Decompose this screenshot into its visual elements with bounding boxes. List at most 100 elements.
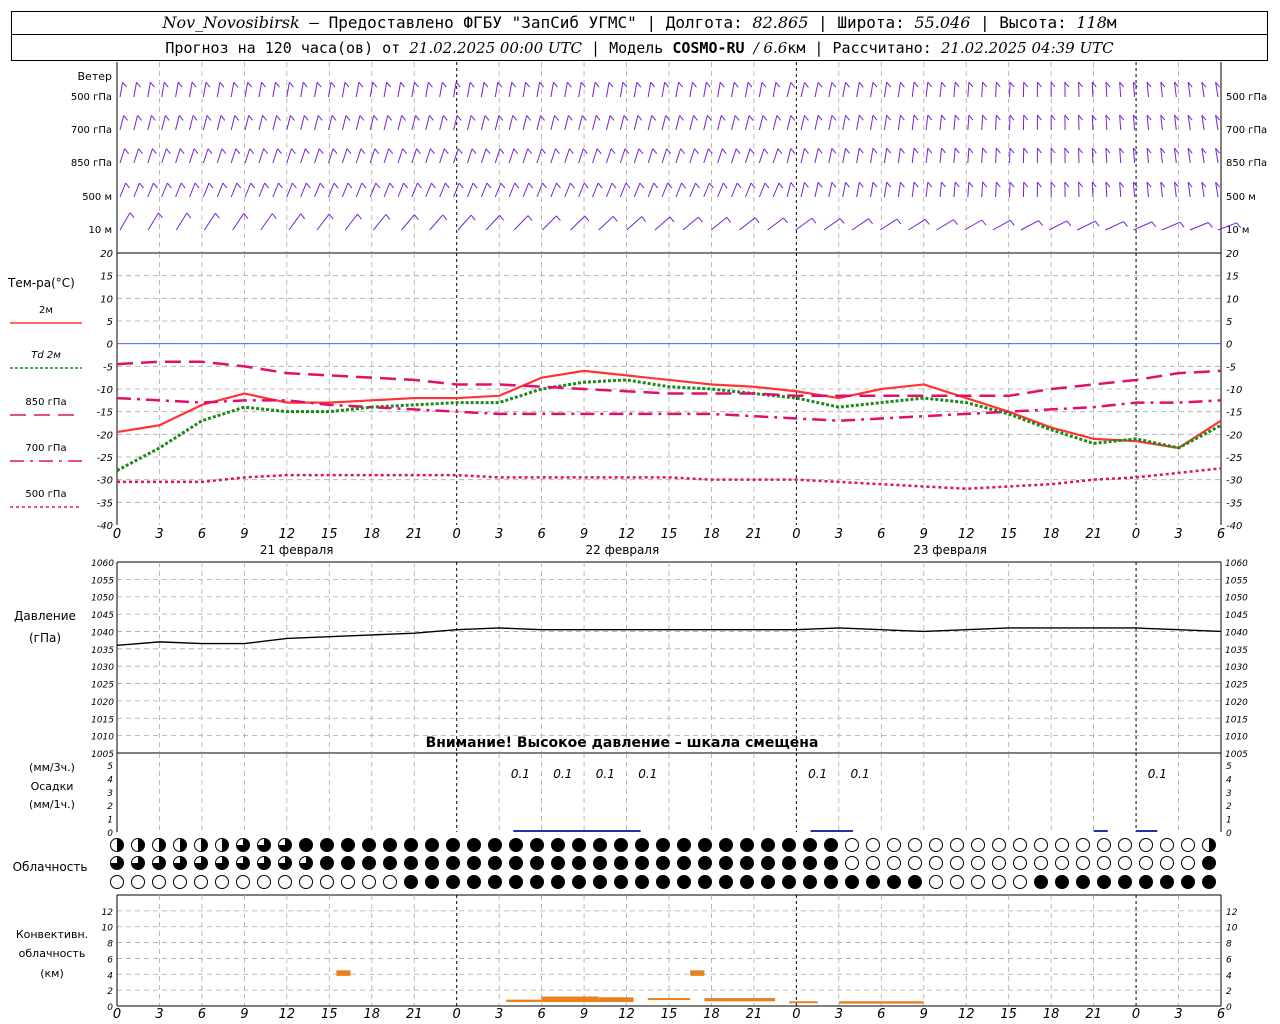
wind-barb [814, 182, 819, 198]
wind-barb-flag [667, 182, 673, 189]
wind-barb-flag [276, 115, 281, 121]
wind-barb [578, 115, 583, 131]
wind-barb [605, 148, 612, 164]
temp-tick-right: -30 [1226, 476, 1242, 487]
wind-barb [453, 148, 459, 164]
wind-barb-flag [375, 182, 381, 189]
wind-barb [341, 182, 349, 198]
cloud-symbol [467, 875, 481, 889]
wind-barb [851, 218, 869, 231]
wind-barb-flag [151, 115, 156, 121]
wind-barb [147, 182, 154, 198]
wind-barb [189, 115, 194, 131]
wind-barb [717, 148, 723, 164]
wind-barb-flag [333, 182, 339, 189]
pressure-tick-right: 1060 [1225, 559, 1248, 569]
wind-barb [327, 82, 332, 98]
cloud-fill [614, 856, 628, 870]
cloud-symbol [887, 856, 901, 870]
wind-barb-flag [913, 147, 919, 154]
wind-barb-flag [681, 182, 686, 189]
wind-level-label: 500 гПа [71, 92, 112, 103]
cloud-symbol [908, 875, 922, 889]
wind-barb [744, 148, 751, 164]
cloud-symbol [1013, 838, 1027, 852]
wind-barb [800, 115, 805, 131]
conv-tick-right: 2 [1226, 987, 1232, 997]
wind-barb-flag [214, 212, 220, 219]
wind-barb [731, 148, 737, 164]
wind-barb-flag [896, 218, 902, 225]
cloud-symbol [593, 838, 607, 852]
cloud-symbol [698, 875, 712, 889]
wind-barb [592, 115, 597, 131]
wind-barb-flag [150, 81, 155, 88]
wind-barb-flag [982, 114, 988, 121]
wind-barb-flag [775, 81, 781, 88]
wind-barb [1105, 181, 1108, 198]
wind-level-label: 850 гПа [71, 158, 112, 169]
wind-barb [133, 115, 139, 131]
conv-hour-label: 15 [321, 1007, 338, 1022]
cloud-symbol [509, 875, 523, 889]
cloud-symbol [782, 856, 796, 870]
wind-barb [189, 82, 193, 98]
wind-barb [508, 82, 513, 98]
wind-barb [897, 82, 901, 98]
wind-barb [800, 82, 805, 98]
cloud-symbol [740, 838, 754, 852]
wind-barb [522, 115, 528, 131]
pressure-tick-right: 1035 [1225, 646, 1248, 656]
wind-barb [341, 82, 346, 98]
precip-tick-right: 4 [1226, 775, 1232, 785]
cloud-fill [320, 838, 334, 852]
cloud-symbol [551, 838, 565, 852]
wind-barb-flag [913, 181, 919, 188]
cloud-fill [530, 856, 544, 870]
wind-barb [244, 182, 252, 198]
wind-level-label: 10 м [89, 225, 112, 236]
temp-legend-title: Тем-ра(°С) [7, 276, 75, 290]
wind-barb [272, 148, 278, 164]
wind-barb [967, 182, 970, 198]
wind-barb-flag [373, 115, 379, 121]
cloud-circle [971, 875, 985, 889]
wind-barb-flag [982, 147, 988, 154]
wind-barb-flag [318, 148, 324, 155]
wind-barb [216, 82, 221, 98]
cloud-symbol [404, 838, 418, 852]
wind-barb-flag [124, 148, 130, 155]
cloud-symbol [152, 875, 166, 889]
conv-hour-label: 15 [661, 1007, 678, 1022]
cloud-symbol [446, 838, 460, 852]
cloud-fill [824, 875, 838, 889]
wind-barb-flag [761, 81, 767, 88]
cloud-symbol [1202, 838, 1216, 852]
cloud-symbol [194, 838, 208, 852]
wind-barb-flag [1023, 81, 1029, 88]
wind-barb [981, 81, 984, 98]
cloud-circle [908, 838, 922, 852]
wind-barb-flag [361, 182, 367, 189]
wind-barb [908, 218, 926, 231]
wind-barb-flag [811, 217, 817, 224]
wind-barb-flag [1123, 221, 1128, 227]
wind-barb [800, 148, 805, 164]
cloud-fill [551, 856, 565, 870]
wind-barb-flag [139, 182, 144, 189]
cloud-circle [929, 875, 943, 889]
wind-barb [541, 215, 557, 231]
wind-barb [508, 115, 514, 131]
wind-barb-flag [817, 182, 823, 188]
wind-barb-flag [845, 114, 850, 121]
precip-tick-right: 0 [1226, 829, 1232, 839]
cloud-symbol [698, 838, 712, 852]
wind-barb-flag [427, 81, 433, 88]
temp-hour-label: 18 [703, 527, 720, 542]
wind-barb-flag [927, 114, 933, 121]
wind-barb [1105, 114, 1108, 131]
wind-barb-flag [790, 148, 796, 154]
wind-level-label-right: 500 гПа [1226, 92, 1267, 103]
wind-barb [786, 148, 792, 164]
wind-barb-flag [261, 81, 266, 88]
